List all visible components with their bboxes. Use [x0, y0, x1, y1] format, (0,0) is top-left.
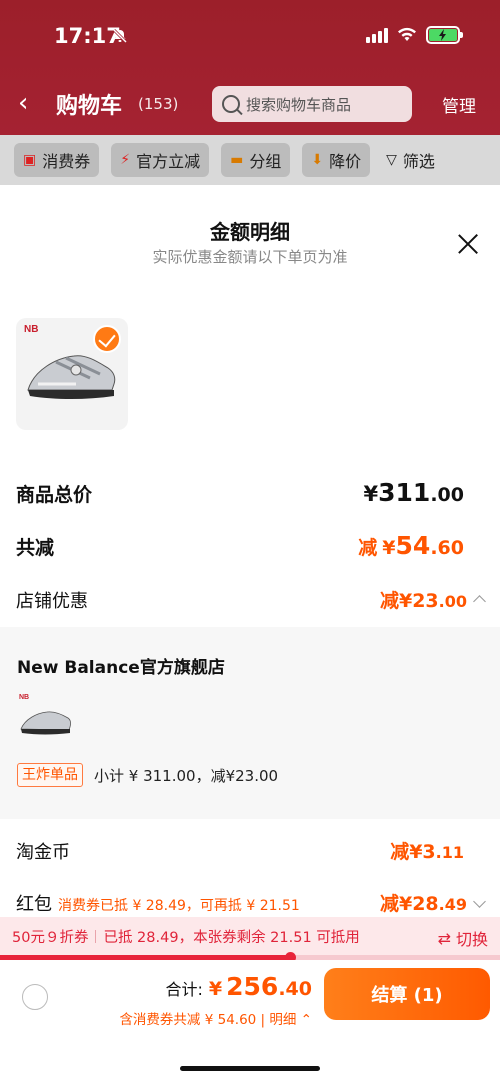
- store-discount-value: 减¥23.00: [380, 586, 486, 613]
- back-arrow-icon[interactable]: ‹: [18, 90, 28, 116]
- search-icon: [222, 95, 240, 113]
- total-label: 合计:: [165, 980, 203, 999]
- chevron-down-icon: [473, 895, 486, 908]
- filter-group[interactable]: ▬ 分组: [221, 143, 291, 177]
- store-name: New Balance官方旗舰店: [17, 658, 225, 678]
- taojinbi-label: 淘金币: [16, 842, 70, 863]
- filter-coupon[interactable]: ▣ 消费券: [14, 143, 100, 177]
- folder-icon: ▬: [230, 152, 244, 168]
- checkout-button[interactable]: 结算 (1): [324, 968, 490, 1020]
- search-input[interactable]: 搜索购物车商品: [212, 86, 412, 122]
- taojinbi-row: 淘金币 减¥3.11: [16, 837, 464, 864]
- select-all-radio[interactable]: [22, 984, 48, 1010]
- cart-header-background: 17:17 ‹ 购物车 (153) 搜索购物车商品 管理: [0, 0, 500, 135]
- total-discount-note: 含消费券共减 ¥ 54.60 | 明细: [119, 1012, 297, 1028]
- total-amount: 合计: ¥256.40: [165, 972, 313, 1001]
- search-placeholder: 搜索购物车商品: [246, 95, 352, 114]
- selected-check-icon[interactable]: [93, 325, 121, 353]
- svg-text:NB: NB: [19, 694, 29, 701]
- lightning-icon: ⚡: [120, 152, 131, 168]
- status-bar: 17:17: [0, 0, 500, 70]
- switch-coupon-button[interactable]: ⇄ 切换: [438, 926, 488, 950]
- filter-price-drop[interactable]: ⬇ 降价: [302, 143, 371, 177]
- amount-detail-sheet: 金额明细 实际优惠金额请以下单页为准 NB 商品总价 ¥311.00 共减 减 …: [0, 192, 500, 1083]
- hongbao-note: 消费券已抵 ¥ 28.49，可再抵 ¥ 21.51: [58, 898, 300, 914]
- status-time: 17:17: [54, 24, 121, 48]
- manage-button[interactable]: 管理: [442, 92, 476, 117]
- close-icon[interactable]: [456, 232, 480, 256]
- saved-total-value: 减 ¥54.60: [358, 531, 464, 560]
- hot-item-tag: 王炸单品: [17, 763, 83, 787]
- filter-label: 消费券: [42, 152, 91, 171]
- hongbao-label: 红包: [16, 894, 52, 915]
- coupon-name: 50元９折券: [12, 929, 89, 946]
- hongbao-value: 减¥28.49: [380, 889, 486, 916]
- switch-label: 切换: [455, 930, 488, 949]
- signal-icon: [366, 27, 388, 43]
- checkout-bar: 合计: ¥256.40 含消费券共减 ¥ 54.60 | 明细 ⌃ 结算 (1): [0, 960, 500, 1083]
- saved-total-label: 共减: [16, 537, 55, 559]
- chevron-up-icon: ⌃: [296, 1012, 312, 1028]
- goods-total-value: ¥311.00: [363, 478, 464, 507]
- store-detail-panel: New Balance官方旗舰店 NB 王炸单品 小计 ¥ 311.00，减¥2…: [0, 627, 500, 819]
- store-subtotal: 小计 ¥ 311.00，减¥23.00: [94, 767, 279, 785]
- divider: [95, 929, 97, 943]
- wifi-icon: [398, 27, 416, 41]
- swap-arrows-icon: ⇄: [437, 928, 451, 948]
- saved-total-row: 共减 减 ¥54.60: [16, 531, 464, 560]
- store-product-thumb: NB: [19, 694, 71, 735]
- hongbao-row[interactable]: 红包 消费券已抵 ¥ 28.49，可再抵 ¥ 21.51 减¥28.49: [16, 889, 486, 916]
- bell-off-icon: [112, 28, 128, 44]
- price-drop-icon: ⬇: [311, 152, 324, 168]
- filter-label: 分组: [249, 152, 282, 171]
- filter-label: 降价: [329, 152, 362, 171]
- sheet-subtitle: 实际优惠金额请以下单页为准: [152, 248, 348, 266]
- status-icons: [366, 26, 463, 44]
- detail-toggle[interactable]: 含消费券共减 ¥ 54.60 | 明细 ⌃: [119, 1008, 312, 1028]
- coupon-icon: ▣: [23, 152, 37, 168]
- filter-official-discount[interactable]: ⚡ 官方立减: [111, 143, 210, 177]
- store-discount-row[interactable]: 店铺优惠 减¥23.00: [16, 586, 486, 613]
- filter-icon: ▽: [386, 152, 397, 168]
- goods-total-row: 商品总价 ¥311.00: [16, 478, 464, 507]
- cart-nav: ‹ 购物车 (153) 搜索购物车商品 管理: [0, 84, 500, 124]
- goods-total-label: 商品总价: [16, 484, 93, 506]
- home-indicator: [180, 1066, 320, 1071]
- battery-icon: [426, 26, 463, 44]
- coupon-usage: 已抵 28.49，本张券剩余 21.51 可抵用: [103, 929, 360, 946]
- page-title: 购物车: [56, 94, 123, 119]
- sheet-title: 金额明细: [210, 220, 290, 244]
- filter-label: 筛选: [402, 152, 435, 171]
- store-discount-label: 店铺优惠: [16, 591, 88, 612]
- taojinbi-value: 减¥3.11: [390, 841, 464, 863]
- hongbao-label-group: 红包 消费券已抵 ¥ 28.49，可再抵 ¥ 21.51: [16, 890, 300, 916]
- filter-label: 官方立减: [136, 152, 201, 171]
- filter-more[interactable]: ▽ 筛选: [382, 143, 439, 177]
- chevron-up-icon: [473, 595, 486, 608]
- cart-count: (153): [138, 95, 179, 113]
- filter-bar: ▣ 消费券 ⚡ 官方立减 ▬ 分组 ⬇ 降价 ▽ 筛选: [0, 135, 500, 185]
- coupon-status-bar: 50元９折券 已抵 28.49，本张券剩余 21.51 可抵用 ⇄ 切换: [0, 917, 500, 955]
- svg-text:NB: NB: [24, 324, 38, 335]
